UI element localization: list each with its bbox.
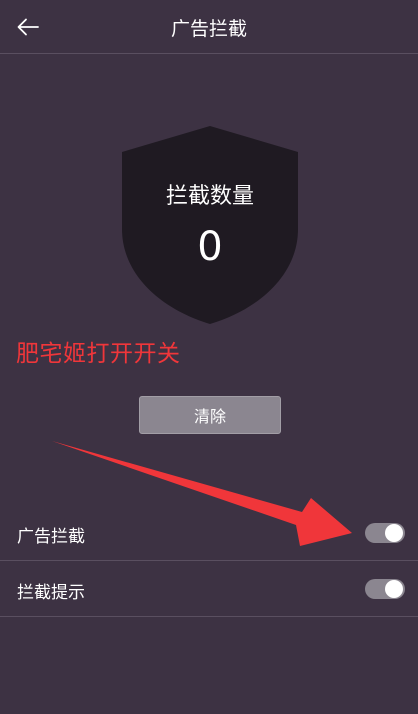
toggle-knob [385,524,403,542]
setting-label-ad-block: 广告拦截 [17,527,85,547]
ad-block-toggle[interactable] [365,523,405,543]
page-title: 广告拦截 [170,18,247,40]
annotation-text: 肥宅姬打开开关 [16,341,181,367]
setting-row-block-notice: 拦截提示 [0,561,418,617]
block-count-shield: 拦截数量 0 [120,124,300,326]
block-count-label: 拦截数量 [165,184,254,209]
clear-button[interactable]: 清除 [139,396,281,434]
app-header: 广告拦截 [0,0,418,54]
block-notice-toggle[interactable] [365,579,405,599]
toggle-knob [385,580,403,598]
setting-label-block-notice: 拦截提示 [17,583,85,603]
setting-row-ad-block: 广告拦截 [0,505,418,561]
block-count-value: 0 [197,224,223,270]
